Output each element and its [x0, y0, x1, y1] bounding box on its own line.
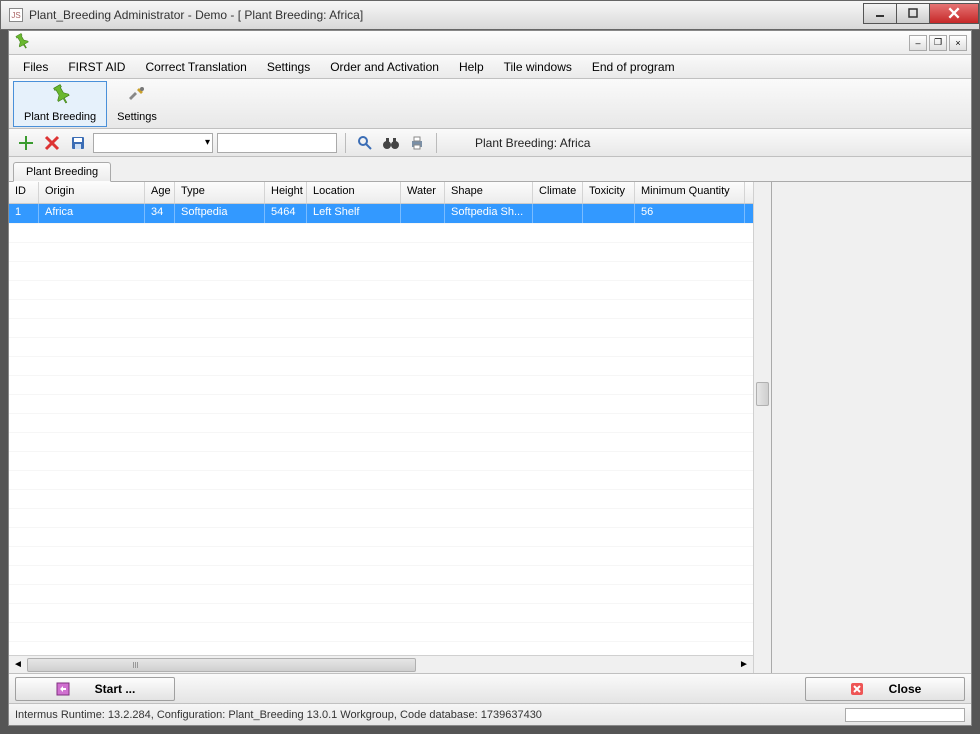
col-shape[interactable]: Shape [445, 182, 533, 203]
pin-row: – ❐ × [9, 31, 971, 55]
table-row[interactable]: 1 Africa 34 Softpedia 5464 Left Shelf So… [9, 204, 753, 223]
scroll-right-icon[interactable]: ► [735, 657, 753, 673]
ribbon-plant-breeding-button[interactable]: Plant Breeding [13, 81, 107, 127]
col-type[interactable]: Type [175, 182, 265, 203]
main-split: ID Origin Age Type Height Location Water… [9, 181, 971, 673]
sub-toolbar: ▾ Plant Breeding: Africa [9, 129, 971, 157]
context-label: Plant Breeding: Africa [475, 136, 590, 150]
add-button[interactable] [15, 132, 37, 154]
maximize-button[interactable] [896, 3, 930, 24]
cell-min-quantity: 56 [635, 204, 745, 223]
grid-lines [9, 223, 753, 655]
start-icon [55, 681, 71, 697]
pin-icon [50, 84, 70, 109]
window-controls [864, 3, 979, 24]
search-icon[interactable] [354, 132, 376, 154]
col-location[interactable]: Location [307, 182, 401, 203]
ribbon-plant-breeding-label: Plant Breeding [24, 111, 96, 123]
grid-body[interactable]: 1 Africa 34 Softpedia 5464 Left Shelf So… [9, 204, 753, 655]
col-toxicity[interactable]: Toxicity [583, 182, 635, 203]
status-text: Intermus Runtime: 13.2.284, Configuratio… [15, 709, 542, 721]
app-frame: – ❐ × Files FIRST AID Correct Translatio… [8, 30, 972, 726]
cell-shape: Softpedia Sh... [445, 204, 533, 223]
pin-icon[interactable] [13, 33, 29, 52]
window-title: Plant_Breeding Administrator - Demo - [ … [29, 8, 864, 22]
progress-bar [845, 708, 965, 722]
status-bar: Intermus Runtime: 13.2.284, Configuratio… [9, 703, 971, 725]
binoculars-icon[interactable] [380, 132, 402, 154]
start-label: Start ... [95, 682, 136, 696]
cell-height: 5464 [265, 204, 307, 223]
col-origin[interactable]: Origin [39, 182, 145, 203]
cell-type: Softpedia [175, 204, 265, 223]
cell-water [401, 204, 445, 223]
cell-location: Left Shelf [307, 204, 401, 223]
tab-strip: Plant Breeding [9, 157, 971, 181]
col-min-quantity[interactable]: Minimum Quantity [635, 182, 745, 203]
search-input[interactable] [217, 133, 337, 153]
grid-area: ID Origin Age Type Height Location Water… [9, 182, 753, 673]
mdi-restore-button[interactable]: ❐ [929, 35, 947, 51]
vscroll-thumb[interactable] [756, 382, 769, 406]
menu-end-of-program[interactable]: End of program [582, 58, 685, 76]
cell-toxicity [583, 204, 635, 223]
close-button[interactable]: Close [805, 677, 965, 701]
tab-plant-breeding[interactable]: Plant Breeding [13, 162, 111, 182]
col-water[interactable]: Water [401, 182, 445, 203]
col-climate[interactable]: Climate [533, 182, 583, 203]
grid-header: ID Origin Age Type Height Location Water… [9, 182, 753, 204]
cell-origin: Africa [39, 204, 145, 223]
cell-id: 1 [9, 204, 39, 223]
print-icon[interactable] [406, 132, 428, 154]
cell-climate [533, 204, 583, 223]
mdi-close-button[interactable]: × [949, 35, 967, 51]
close-icon [849, 681, 865, 697]
menu-settings[interactable]: Settings [257, 58, 320, 76]
vertical-scrollbar[interactable] [753, 182, 771, 673]
ribbon-settings-label: Settings [117, 111, 157, 123]
menu-first-aid[interactable]: FIRST AID [58, 58, 135, 76]
side-panel [771, 182, 971, 673]
ribbon-toolbar: Plant Breeding Settings [9, 79, 971, 129]
save-button[interactable] [67, 132, 89, 154]
ribbon-settings-button[interactable]: Settings [107, 81, 167, 127]
col-id[interactable]: ID [9, 182, 39, 203]
filter-combo[interactable]: ▾ [93, 133, 213, 153]
window-close-button[interactable] [929, 3, 979, 24]
hscroll-thumb[interactable] [27, 658, 416, 672]
menubar: Files FIRST AID Correct Translation Sett… [9, 55, 971, 79]
delete-button[interactable] [41, 132, 63, 154]
cell-age: 34 [145, 204, 175, 223]
menu-order-activation[interactable]: Order and Activation [320, 58, 449, 76]
menu-correct-translation[interactable]: Correct Translation [135, 58, 256, 76]
minimize-button[interactable] [863, 3, 897, 24]
scroll-left-icon[interactable]: ◄ [9, 657, 27, 673]
app-icon: JS [9, 8, 23, 22]
action-bar: Start ... Close [9, 673, 971, 703]
menu-files[interactable]: Files [13, 58, 58, 76]
col-age[interactable]: Age [145, 182, 175, 203]
menu-tile-windows[interactable]: Tile windows [494, 58, 582, 76]
mdi-minimize-button[interactable]: – [909, 35, 927, 51]
titlebar: JS Plant_Breeding Administrator - Demo -… [0, 0, 980, 30]
close-label: Close [889, 682, 922, 696]
col-height[interactable]: Height [265, 182, 307, 203]
tools-icon [127, 84, 147, 109]
start-button[interactable]: Start ... [15, 677, 175, 701]
menu-help[interactable]: Help [449, 58, 494, 76]
horizontal-scrollbar[interactable]: ◄ ► [9, 655, 753, 673]
